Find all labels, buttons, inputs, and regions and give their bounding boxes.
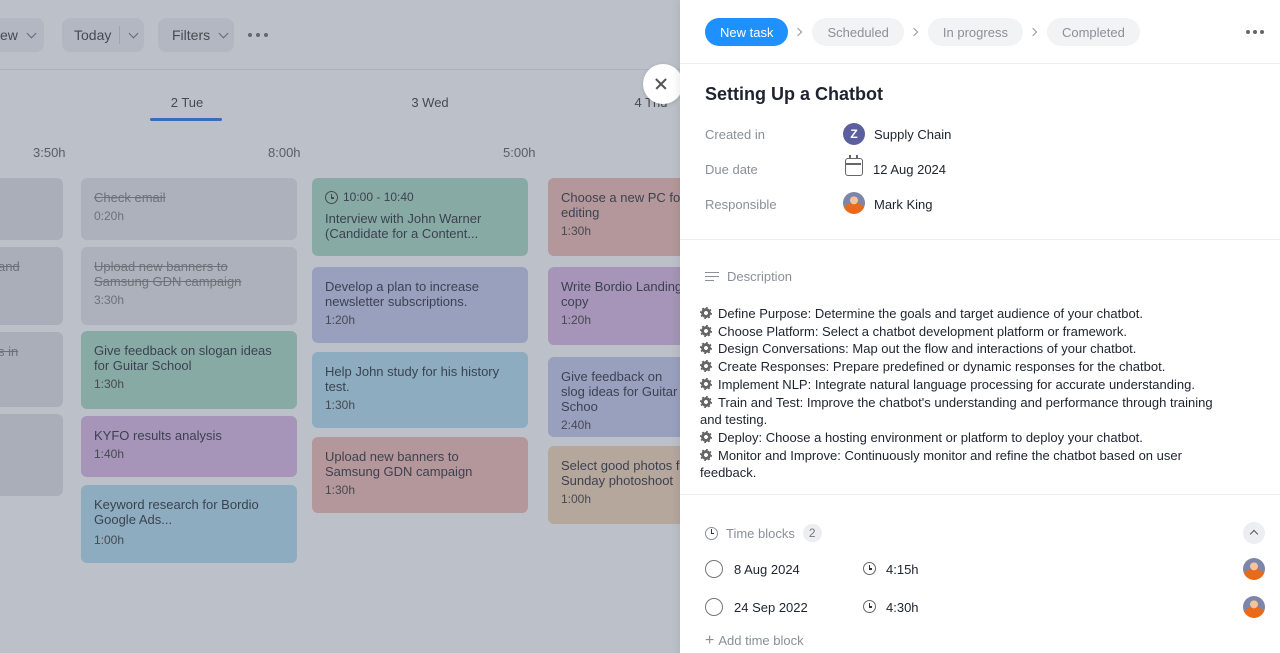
workspace-avatar: Z: [843, 123, 865, 145]
clock-icon: [863, 600, 876, 613]
description-item: Train and Test: Improve the chatbot's un…: [700, 394, 1213, 428]
add-time-block-label: Add time block: [718, 633, 804, 648]
time-block-duration: 4:30h: [886, 600, 919, 615]
stage-new-task[interactable]: New task: [705, 18, 789, 46]
description-item: Monitor and Improve: Continuously monito…: [700, 447, 1182, 481]
divider: [680, 494, 1280, 495]
due-date-value[interactable]: 12 Aug 2024: [873, 162, 946, 177]
stage-in-progress[interactable]: In progress: [927, 18, 1023, 46]
chevron-right-icon: [1023, 18, 1047, 46]
divider: [680, 239, 1280, 240]
avatar: [843, 192, 865, 214]
description-item: Choose Platform: Select a chatbot develo…: [700, 323, 1230, 341]
description-item: Create Responses: Prepare predefined or …: [700, 358, 1230, 376]
add-time-block-button[interactable]: + Add time block: [705, 632, 804, 649]
divider: [680, 63, 1280, 64]
description-header: Description: [705, 269, 792, 284]
time-block-checkbox[interactable]: [705, 560, 723, 578]
time-block-duration: 4:15h: [886, 562, 919, 577]
time-blocks-header: Time blocks 2: [705, 524, 822, 542]
modal-backdrop[interactable]: [0, 0, 680, 653]
description-label: Description: [727, 269, 793, 284]
task-title[interactable]: Setting Up a Chatbot: [705, 84, 883, 105]
time-block-row[interactable]: 24 Sep 2022 4:30h: [705, 595, 1265, 619]
created-in-label: Created in: [705, 127, 765, 142]
description-item: Implement NLP: Integrate natural languag…: [700, 376, 1230, 394]
gear-icon: [700, 342, 712, 355]
time-block-checkbox[interactable]: [705, 598, 723, 616]
chevron-right-icon: [788, 18, 812, 46]
gear-icon: [700, 360, 712, 373]
description-item: Design Conversations: Map out the flow a…: [700, 340, 1230, 358]
task-detail-panel: New task Scheduled In progress Completed…: [680, 0, 1280, 653]
due-date-label: Due date: [705, 162, 758, 177]
gear-icon: [700, 448, 712, 461]
stage-scheduled[interactable]: Scheduled: [812, 18, 904, 46]
responsible-label: Responsible: [705, 197, 777, 212]
responsible-value[interactable]: Mark King: [874, 197, 933, 212]
time-block-row[interactable]: 8 Aug 2024 4:15h: [705, 557, 1265, 581]
text-lines-icon: [705, 271, 719, 282]
close-panel-button[interactable]: [643, 64, 683, 104]
description-text[interactable]: Define Purpose: Determine the goals and …: [700, 305, 1230, 482]
gear-icon: [700, 307, 712, 319]
time-block-date: 24 Sep 2022: [734, 600, 808, 615]
gear-icon: [700, 377, 712, 390]
clock-icon: [863, 562, 876, 575]
description-item: Define Purpose: Determine the goals and …: [700, 305, 1230, 323]
gear-icon: [700, 395, 712, 408]
stage-completed[interactable]: Completed: [1046, 18, 1140, 46]
calendar-icon: [845, 155, 863, 176]
clock-icon: [705, 526, 718, 540]
avatar: [1243, 596, 1265, 618]
description-item: Deploy: Choose a hosting environment or …: [700, 429, 1230, 447]
chevron-right-icon: [904, 18, 928, 46]
created-in-value[interactable]: Supply Chain: [874, 127, 951, 142]
avatar: [1243, 558, 1265, 580]
gear-icon: [700, 430, 712, 443]
collapse-button[interactable]: [1243, 522, 1265, 544]
gear-icon: [700, 324, 712, 337]
time-blocks-label: Time blocks: [726, 525, 795, 541]
plus-icon: +: [705, 632, 715, 649]
more-options-icon[interactable]: [1246, 30, 1264, 34]
time-block-date: 8 Aug 2024: [734, 562, 800, 577]
time-blocks-count: 2: [802, 524, 822, 542]
status-stepper: New task Scheduled In progress Completed: [705, 18, 1140, 46]
